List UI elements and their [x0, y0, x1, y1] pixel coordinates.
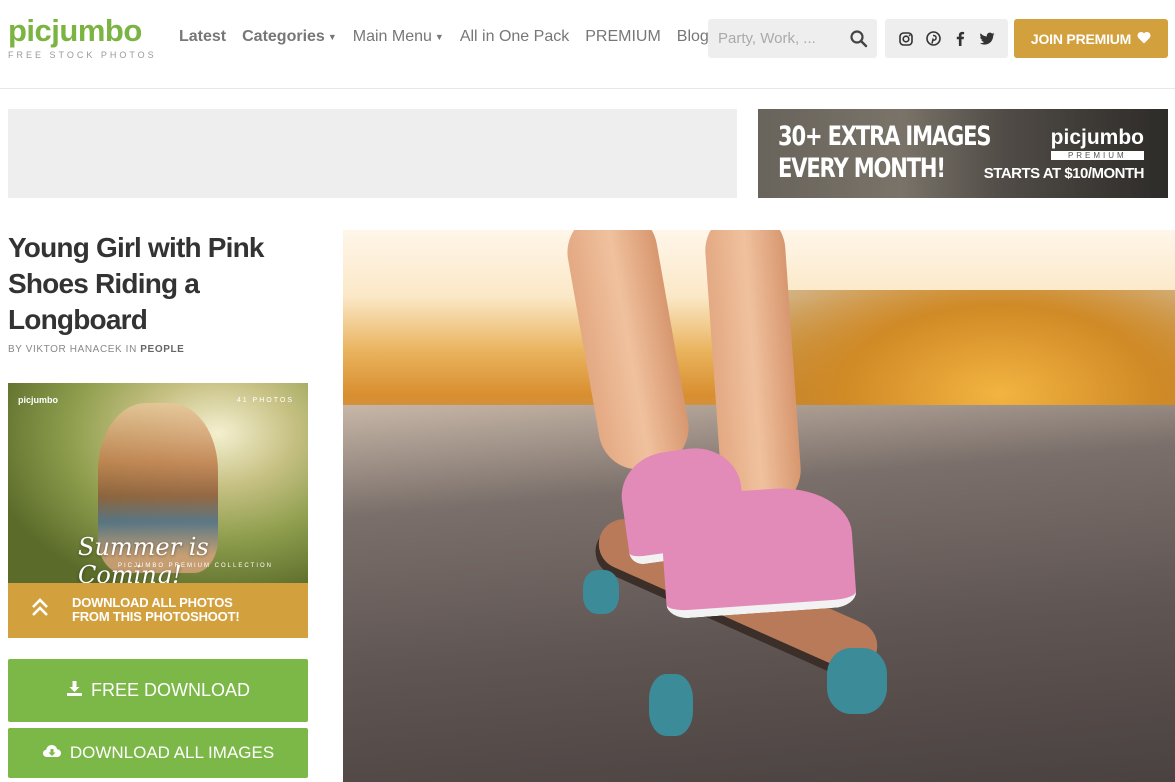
page-title: Young Girl with Pink Shoes Riding a Long…	[8, 232, 265, 335]
download-photoshoot-line1: DOWNLOAD ALL PHOTOS	[72, 595, 233, 610]
nav-categories-label: Categories	[242, 28, 325, 45]
download-all-label: DOWNLOAD ALL IMAGES	[69, 743, 275, 762]
main-photo[interactable]	[343, 230, 1175, 782]
social-links	[885, 19, 1008, 58]
caret-down-icon: ▼	[434, 31, 444, 42]
logo-wordmark: picjumbo	[8, 13, 142, 48]
site-header: picjumbo FREE STOCK PHOTOS Latest Catego…	[0, 0, 1175, 89]
nav-all-in-one-pack[interactable]: All in One Pack	[460, 28, 569, 46]
photo-pink-shoe	[658, 483, 858, 620]
free-download-label: FREE DOWNLOAD	[90, 680, 250, 700]
nav-premium-label: PREMIUM	[585, 28, 661, 45]
join-premium-button[interactable]: JOIN PREMIUM	[1014, 19, 1168, 58]
cloud-download-icon	[42, 743, 62, 763]
photo-wheel	[827, 648, 887, 714]
download-photoshoot-line2: FROM THIS PHOTOSHOOT!	[72, 609, 240, 624]
search-input[interactable]	[708, 19, 846, 58]
nav-premium[interactable]: PREMIUM	[585, 28, 661, 46]
promo-price: STARTS AT $10/MONTH	[983, 165, 1145, 182]
double-chevron-up-icon	[30, 597, 50, 624]
logo-tagline: FREE STOCK PHOTOS	[8, 50, 157, 60]
nav-blog[interactable]: Blog	[677, 28, 709, 46]
nav-blog-label: Blog	[676, 28, 709, 45]
download-photoshoot-label: DOWNLOAD ALL PHOTOS FROM THIS PHOTOSHOOT…	[72, 595, 240, 624]
pack-title: Summer is Coming!	[78, 533, 209, 583]
pinterest-icon[interactable]	[925, 31, 941, 47]
download-all-images-button[interactable]: DOWNLOAD ALL IMAGES	[8, 728, 308, 778]
photo-wheel	[649, 674, 693, 736]
nav-categories[interactable]: Categories ▼	[242, 28, 337, 46]
free-download-button[interactable]: FREE DOWNLOAD	[8, 659, 308, 722]
facebook-icon[interactable]	[952, 31, 968, 47]
photo-wheel	[583, 570, 619, 614]
caret-down-icon: ▼	[327, 31, 337, 42]
nav-main-menu-label: Main Menu	[352, 28, 432, 45]
ad-placeholder	[8, 109, 737, 198]
photo-byline: BY VIKTOR HANACEK IN PEOPLE	[8, 344, 184, 355]
pack-logo: picjumbo	[18, 395, 58, 405]
nav-latest[interactable]: Latest	[179, 28, 226, 46]
search-box	[708, 19, 877, 58]
site-logo[interactable]: picjumbo FREE STOCK PHOTOS	[8, 13, 157, 61]
promo-headline-2: EVERY MONTH!	[778, 153, 946, 184]
nav-main-menu[interactable]: Main Menu ▼	[353, 28, 444, 46]
nav-latest-label: Latest	[179, 28, 227, 45]
premium-pack-image[interactable]: picjumbo 41 PHOTOS Summer is Coming! PIC…	[8, 383, 308, 583]
nav-all-in-one-pack-label: All in One Pack	[459, 28, 570, 45]
heart-icon	[1137, 31, 1151, 47]
premium-promo-banner[interactable]: 30+ EXTRA IMAGES EVERY MONTH! picjumbo P…	[758, 109, 1168, 198]
search-icon[interactable]	[849, 29, 869, 49]
promo-brand: picjumbo PREMIUM	[1050, 126, 1144, 160]
pack-photo-count: 41 PHOTOS	[236, 397, 294, 404]
byline-category-link[interactable]: PEOPLE	[140, 344, 184, 355]
pack-subtitle: PICJUMBO PREMIUM COLLECTION	[118, 563, 274, 569]
instagram-icon[interactable]	[898, 31, 914, 47]
promo-brand-name: picjumbo	[1050, 126, 1144, 149]
download-icon	[66, 680, 83, 702]
promo-brand-tag: PREMIUM	[1050, 151, 1144, 160]
byline-author: BY VIKTOR HANACEK IN	[8, 344, 137, 355]
twitter-icon[interactable]	[979, 31, 995, 47]
join-premium-label: JOIN PREMIUM	[1030, 30, 1132, 47]
main-nav: Latest Categories ▼ Main Menu ▼ All in One…	[179, 28, 725, 46]
promo-headline-1: 30+ EXTRA IMAGES	[778, 121, 992, 152]
download-photoshoot-button[interactable]: DOWNLOAD ALL PHOTOS FROM THIS PHOTOSHOOT…	[8, 583, 308, 638]
